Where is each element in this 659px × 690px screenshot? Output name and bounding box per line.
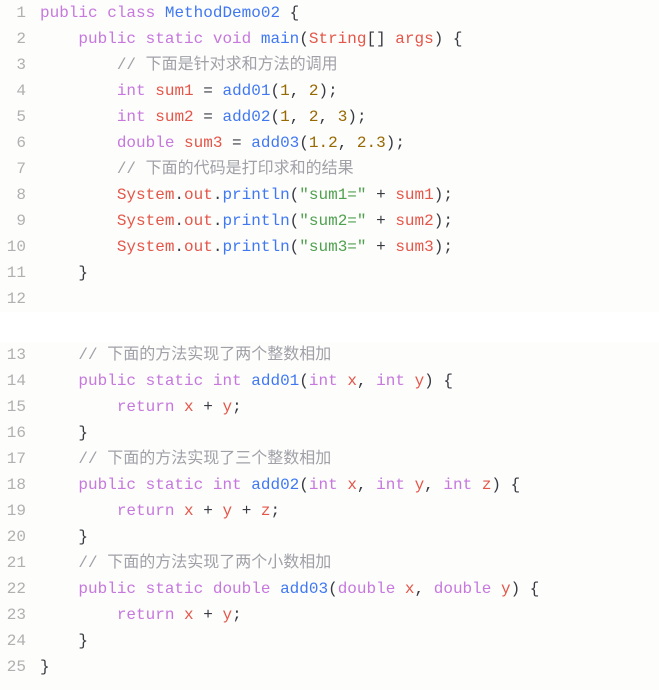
- line-number: 13: [0, 342, 40, 368]
- code-line[interactable]: 19 return x + y + z;: [0, 498, 659, 524]
- line-number: 25: [0, 654, 40, 680]
- block-gap: [0, 312, 659, 342]
- code-line[interactable]: 7 // 下面的代码是打印求和的结果: [0, 156, 659, 182]
- code-line[interactable]: 15 return x + y;: [0, 394, 659, 420]
- line-number: 2: [0, 26, 40, 52]
- code-content[interactable]: // 下面的代码是打印求和的结果: [40, 156, 659, 182]
- line-number: 1: [0, 0, 40, 26]
- line-number: 12: [0, 286, 40, 312]
- code-line[interactable]: 23 return x + y;: [0, 602, 659, 628]
- code-content[interactable]: System.out.println("sum1=" + sum1);: [40, 182, 659, 208]
- code-line[interactable]: 24 }: [0, 628, 659, 654]
- line-number: 5: [0, 104, 40, 130]
- code-content[interactable]: }: [40, 524, 659, 550]
- code-line[interactable]: 20 }: [0, 524, 659, 550]
- code-content[interactable]: // 下面的方法实现了三个整数相加: [40, 446, 659, 472]
- code-content[interactable]: }: [40, 420, 659, 446]
- line-number: 3: [0, 52, 40, 78]
- code-line[interactable]: 1public class MethodDemo02 {: [0, 0, 659, 26]
- code-line[interactable]: 18 public static int add02(int x, int y,…: [0, 472, 659, 498]
- code-content[interactable]: return x + y;: [40, 394, 659, 420]
- code-line[interactable]: 12: [0, 286, 659, 312]
- line-number: 15: [0, 394, 40, 420]
- code-line[interactable]: 14 public static int add01(int x, int y)…: [0, 368, 659, 394]
- line-number: 8: [0, 182, 40, 208]
- code-line[interactable]: 17 // 下面的方法实现了三个整数相加: [0, 446, 659, 472]
- line-number: 21: [0, 550, 40, 576]
- code-line[interactable]: 2 public static void main(String[] args)…: [0, 26, 659, 52]
- code-content[interactable]: System.out.println("sum2=" + sum2);: [40, 208, 659, 234]
- code-content[interactable]: // 下面是针对求和方法的调用: [40, 52, 659, 78]
- code-block-bottom: 13 // 下面的方法实现了两个整数相加14 public static int…: [0, 342, 659, 680]
- code-line[interactable]: 9 System.out.println("sum2=" + sum2);: [0, 208, 659, 234]
- code-line[interactable]: 25}: [0, 654, 659, 680]
- code-line[interactable]: 11 }: [0, 260, 659, 286]
- code-content[interactable]: return x + y + z;: [40, 498, 659, 524]
- code-content[interactable]: public class MethodDemo02 {: [40, 0, 659, 26]
- line-number: 9: [0, 208, 40, 234]
- line-number: 16: [0, 420, 40, 446]
- code-line[interactable]: 21 // 下面的方法实现了两个小数相加: [0, 550, 659, 576]
- code-block-top: 1public class MethodDemo02 {2 public sta…: [0, 0, 659, 312]
- line-number: 23: [0, 602, 40, 628]
- code-line[interactable]: 6 double sum3 = add03(1.2, 2.3);: [0, 130, 659, 156]
- code-content[interactable]: return x + y;: [40, 602, 659, 628]
- code-line[interactable]: 8 System.out.println("sum1=" + sum1);: [0, 182, 659, 208]
- code-line[interactable]: 16 }: [0, 420, 659, 446]
- code-content[interactable]: public static int add01(int x, int y) {: [40, 368, 659, 394]
- code-line[interactable]: 3 // 下面是针对求和方法的调用: [0, 52, 659, 78]
- line-number: 14: [0, 368, 40, 394]
- code-content[interactable]: int sum1 = add01(1, 2);: [40, 78, 659, 104]
- line-number: 20: [0, 524, 40, 550]
- code-content[interactable]: System.out.println("sum3=" + sum3);: [40, 234, 659, 260]
- code-line[interactable]: 4 int sum1 = add01(1, 2);: [0, 78, 659, 104]
- code-line[interactable]: 22 public static double add03(double x, …: [0, 576, 659, 602]
- code-line[interactable]: 10 System.out.println("sum3=" + sum3);: [0, 234, 659, 260]
- code-content[interactable]: int sum2 = add02(1, 2, 3);: [40, 104, 659, 130]
- code-content[interactable]: }: [40, 654, 659, 680]
- line-number: 6: [0, 130, 40, 156]
- code-content[interactable]: [40, 286, 659, 312]
- code-content[interactable]: public static int add02(int x, int y, in…: [40, 472, 659, 498]
- line-number: 18: [0, 472, 40, 498]
- code-content[interactable]: double sum3 = add03(1.2, 2.3);: [40, 130, 659, 156]
- code-content[interactable]: // 下面的方法实现了两个整数相加: [40, 342, 659, 368]
- code-content[interactable]: }: [40, 260, 659, 286]
- code-content[interactable]: public static void main(String[] args) {: [40, 26, 659, 52]
- line-number: 22: [0, 576, 40, 602]
- code-content[interactable]: // 下面的方法实现了两个小数相加: [40, 550, 659, 576]
- line-number: 17: [0, 446, 40, 472]
- line-number: 24: [0, 628, 40, 654]
- line-number: 11: [0, 260, 40, 286]
- code-content[interactable]: public static double add03(double x, dou…: [40, 576, 659, 602]
- line-number: 7: [0, 156, 40, 182]
- code-line[interactable]: 5 int sum2 = add02(1, 2, 3);: [0, 104, 659, 130]
- line-number: 10: [0, 234, 40, 260]
- line-number: 19: [0, 498, 40, 524]
- line-number: 4: [0, 78, 40, 104]
- code-content[interactable]: }: [40, 628, 659, 654]
- code-line[interactable]: 13 // 下面的方法实现了两个整数相加: [0, 342, 659, 368]
